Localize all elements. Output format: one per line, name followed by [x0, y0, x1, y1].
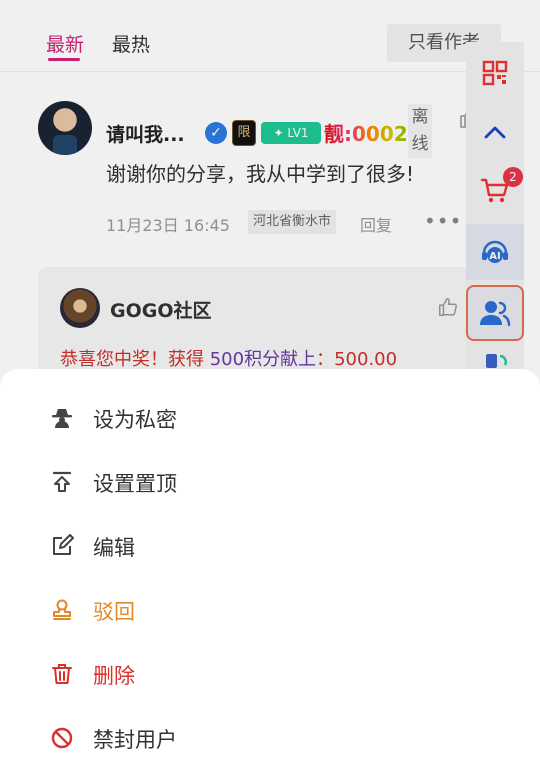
menu-label: 禁封用户 — [93, 728, 177, 752]
trash-icon — [52, 664, 72, 684]
menu-label: 删除 — [93, 664, 135, 688]
menu-label: 设置置顶 — [93, 472, 177, 496]
action-sheet: 设为私密 设置置顶 编辑 驳回 删除 禁封用户 — [0, 369, 540, 781]
menu-item-set-private[interactable]: 设为私密 — [0, 390, 540, 446]
reject-stamp-icon — [53, 599, 71, 620]
menu-label: 驳回 — [93, 600, 135, 624]
edit-icon — [53, 534, 74, 555]
menu-item-edit[interactable]: 编辑 — [0, 518, 540, 574]
menu-label: 编辑 — [93, 536, 135, 560]
menu-item-reject[interactable]: 驳回 — [0, 582, 540, 638]
menu-item-ban-user[interactable]: 禁封用户 — [0, 710, 540, 766]
menu-item-pin-top[interactable]: 设置置顶 — [0, 454, 540, 510]
incognito-icon — [52, 409, 72, 428]
menu-item-delete[interactable]: 删除 — [0, 646, 540, 702]
menu-label: 设为私密 — [93, 408, 177, 432]
ban-icon — [51, 727, 73, 749]
pin-top-icon — [52, 471, 72, 492]
